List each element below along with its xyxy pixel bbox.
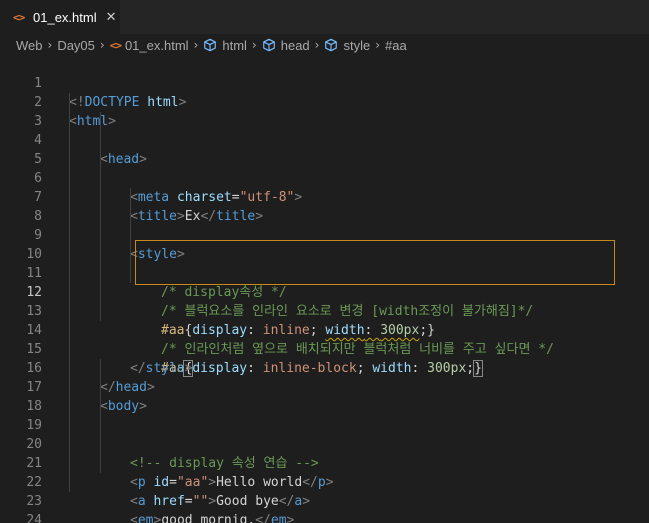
indent-guide	[130, 226, 131, 245]
indent-guide	[69, 378, 70, 397]
tab-label: 01_ex.html	[33, 9, 97, 25]
indent-guide	[130, 207, 131, 226]
chevron-right-icon: ›	[99, 38, 105, 52]
tab-bar: <> 01_ex.html ✕	[0, 0, 649, 34]
code-line: 9 /* 블럭요소를 인라인 요소로 변경 [width조정이 불가해짐]*/	[0, 207, 649, 319]
indent-guide	[100, 245, 101, 264]
indent-guide	[69, 283, 70, 302]
code-line: 10 #aa{display: inline; width: 300px;}	[0, 226, 649, 338]
indent-guide	[69, 245, 70, 264]
code-line: 3 <head>	[0, 93, 649, 167]
code-line: 1 <!DOCTYPE html>	[0, 55, 649, 110]
chevron-right-icon: ›	[314, 38, 320, 52]
indent-guide	[130, 264, 131, 283]
tab-01-ex-html[interactable]: <> 01_ex.html ✕	[0, 0, 120, 34]
indent-guide	[69, 454, 70, 473]
indent-guide	[69, 416, 70, 435]
indent-guide	[130, 188, 131, 207]
indent-guide	[69, 340, 70, 359]
indent-guide	[130, 245, 131, 264]
chevron-right-icon: ›	[375, 38, 381, 52]
indent-guide	[69, 169, 70, 188]
indent-guide	[100, 302, 101, 321]
symbol-cube-icon	[204, 38, 217, 52]
code-line: 2 <html>	[0, 74, 649, 129]
code-line: 20 <a href="">Good bye</a>	[0, 416, 649, 509]
code-line: 24 </html>	[0, 492, 649, 523]
code-line: 6	[0, 150, 649, 186]
code-line: 23 </body>	[0, 473, 649, 509]
indent-guide	[69, 359, 70, 378]
indent-guide	[69, 226, 70, 245]
indent-guide	[69, 302, 70, 321]
code-line: 7 <style>	[0, 169, 649, 262]
indent-guide	[100, 131, 101, 150]
code-line: 21 <em>good mornig.</em>	[0, 435, 649, 523]
indent-guide	[100, 112, 101, 131]
indent-guide	[100, 169, 101, 188]
code-line: 17	[0, 359, 649, 395]
breadcrumb-item-file[interactable]: <> 01_ex.html	[110, 38, 189, 53]
code-line: 18 <!-- display 속성 연습 -->	[0, 378, 649, 471]
indent-guide	[69, 188, 70, 207]
code-line: 15 </head>	[0, 321, 649, 395]
indent-guide	[100, 207, 101, 226]
code-line: 13 </style>	[0, 283, 649, 376]
code-line: 14	[0, 302, 649, 338]
breadcrumb-item-style[interactable]: style	[324, 38, 370, 53]
breadcrumb-item-html[interactable]: html	[203, 38, 247, 53]
chevron-right-icon: ›	[251, 38, 257, 52]
indent-guide	[100, 264, 101, 283]
symbol-cube-icon	[325, 38, 338, 52]
indent-guide	[69, 112, 70, 131]
code-area[interactable]: 1 <!DOCTYPE html> 2 <html> 3 <head> 4 <m…	[0, 55, 649, 523]
indent-guide	[100, 188, 101, 207]
breadcrumb-item-day05[interactable]: Day05	[57, 38, 95, 53]
indent-guide	[69, 207, 70, 226]
symbol-cube-icon	[262, 38, 275, 52]
indent-guide	[100, 435, 101, 454]
code-line: 5 <title>Ex</title>	[0, 131, 649, 224]
line-number: 24	[26, 513, 42, 523]
code-line-current: 12 #aa{display: inline-block; width: 300…	[0, 264, 649, 377]
indent-guide	[69, 93, 70, 112]
chevron-right-icon: ›	[47, 38, 53, 52]
indent-guide	[100, 378, 101, 397]
code-line: 4 <meta charset="utf-8">	[0, 112, 649, 205]
indent-guide	[100, 226, 101, 245]
code-line: 22	[0, 454, 649, 490]
indent-guide	[69, 321, 70, 340]
indent-guide	[100, 397, 101, 416]
code-editor: <> 01_ex.html ✕ Web › Day05 › <> 01_ex.h…	[0, 0, 649, 523]
close-icon[interactable]: ✕	[106, 10, 117, 25]
indent-guide	[100, 150, 101, 169]
breadcrumb: Web › Day05 › <> 01_ex.html › html › hea…	[0, 34, 649, 56]
indent-guide	[100, 359, 101, 378]
indent-guide	[69, 397, 70, 416]
indent-guide	[69, 264, 70, 283]
indent-guide	[100, 416, 101, 435]
indent-guide	[69, 473, 70, 492]
breadcrumb-item-aa[interactable]: #aa	[385, 38, 407, 53]
indent-guide	[69, 435, 70, 454]
html-file-icon: <>	[109, 38, 122, 52]
breadcrumb-item-web[interactable]: Web	[16, 38, 43, 53]
breadcrumb-item-head[interactable]: head	[262, 38, 310, 53]
html-file-icon: <>	[13, 10, 25, 24]
indent-guide	[100, 283, 101, 302]
indent-guide	[69, 131, 70, 150]
code-line: 16 <body>	[0, 340, 649, 414]
indent-guide	[69, 150, 70, 169]
indent-guide	[100, 454, 101, 473]
chevron-right-icon: ›	[193, 38, 199, 52]
code-line: 11 /* 인라인처럼 옆으로 배치되지만 블럭처럼 너비를 주고 싶다면 */	[0, 245, 649, 357]
code-line: 8 /* display속성 */	[0, 188, 649, 300]
code-line: 19 <p id="aa">Hello world</p>	[0, 397, 649, 490]
